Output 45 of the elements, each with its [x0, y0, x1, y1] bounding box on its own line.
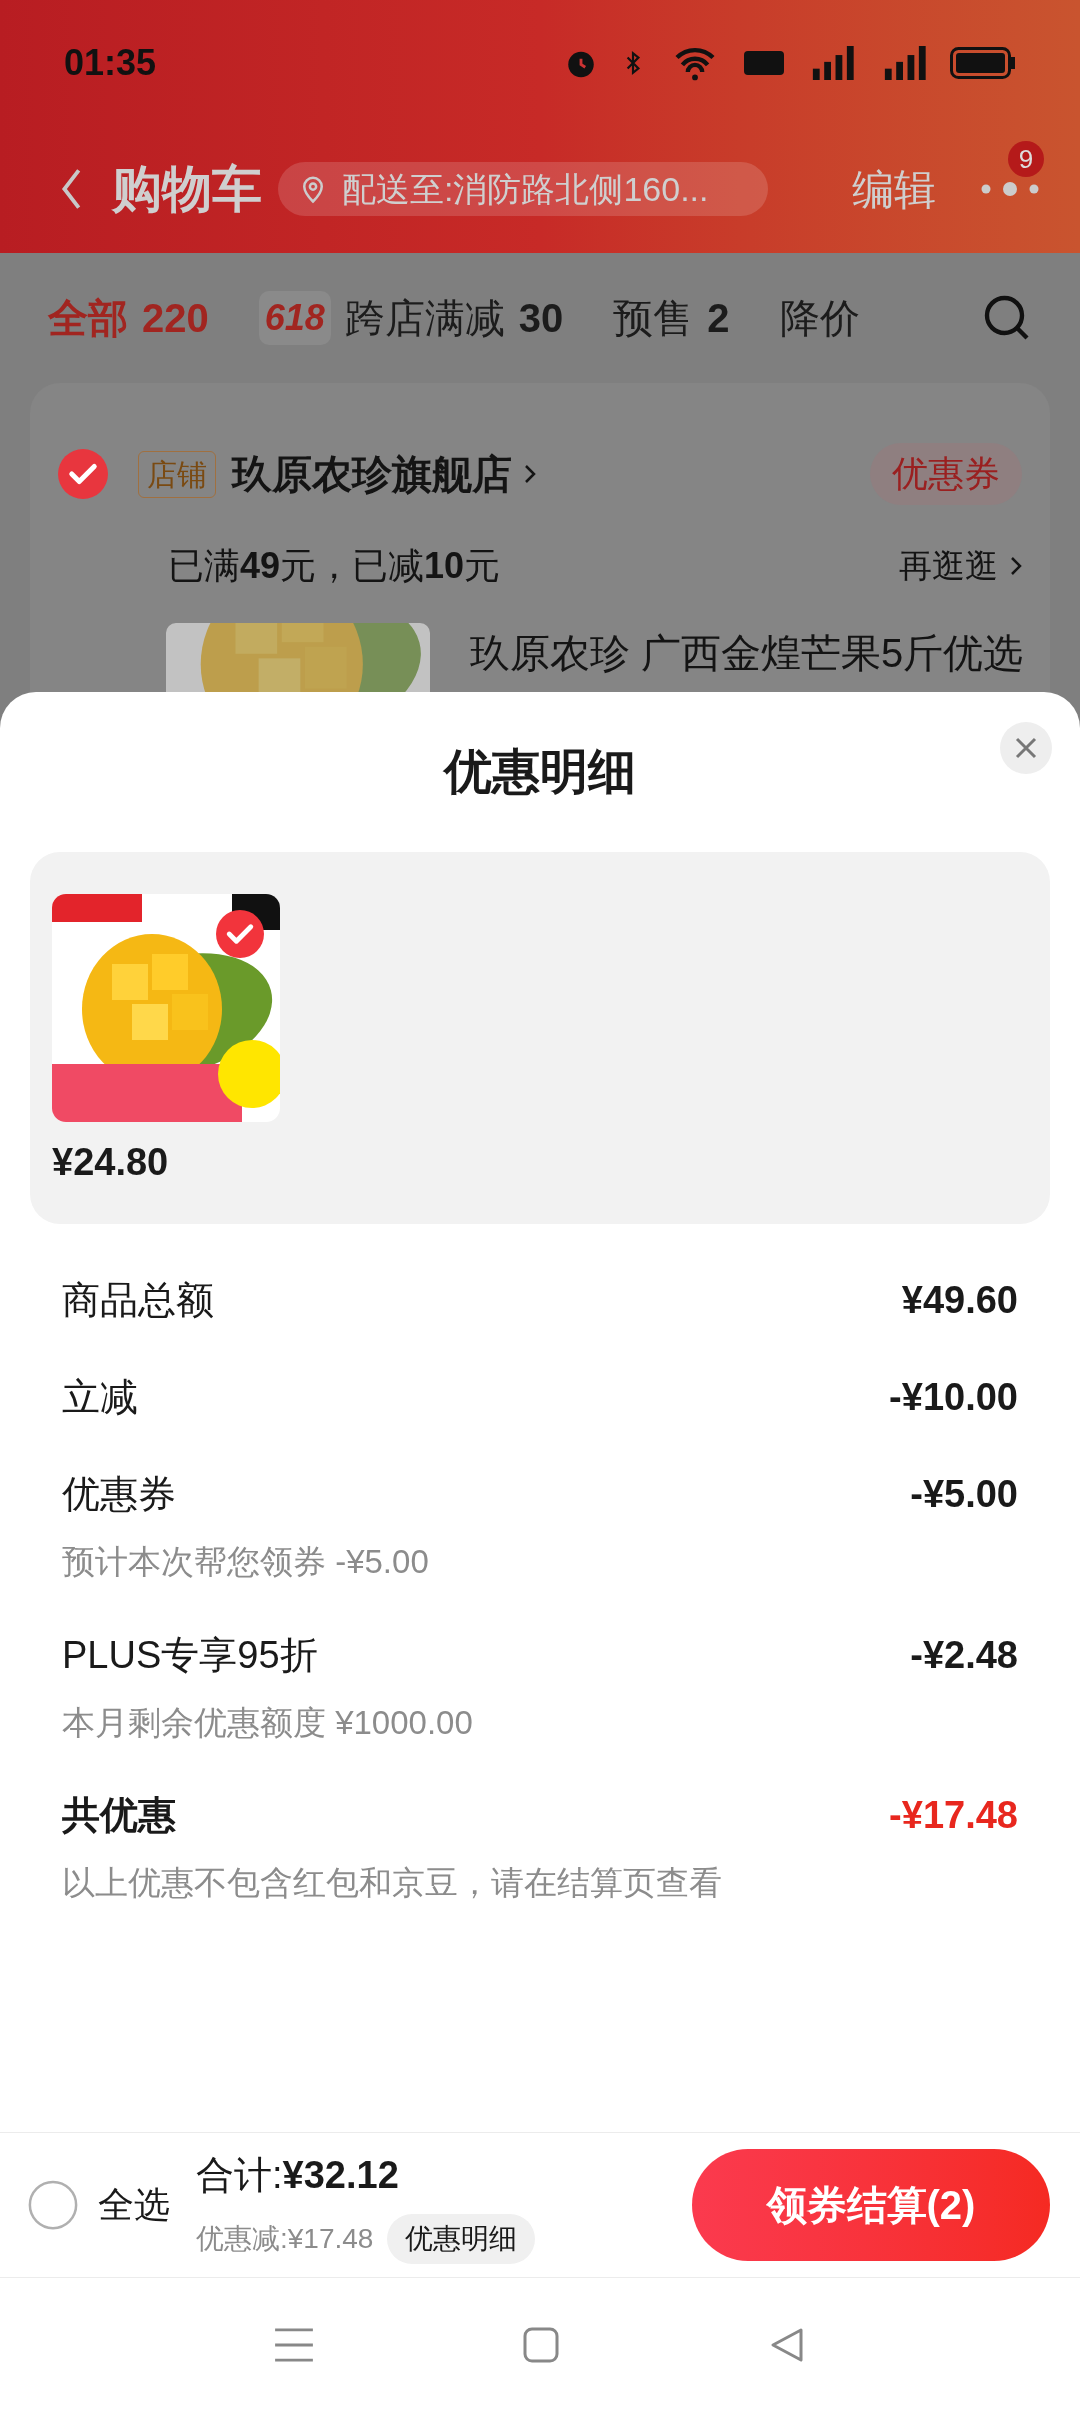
discount-label: 共优惠 [62, 1793, 176, 1838]
discount-amount: -¥17.48 [889, 1793, 1018, 1838]
discount-note: 本月剩余优惠额度 ¥1000.00 [62, 1702, 474, 1743]
discount-detail-button[interactable]: 优惠明细 [387, 2213, 536, 2264]
discount-label: PLUS专享95折 [62, 1632, 318, 1678]
filter-tab[interactable]: 618 跨店满减 30 [258, 288, 564, 348]
discount-note: 预计本次帮您领券 -¥5.00 [62, 1542, 430, 1582]
notification-badge: 9 [1008, 141, 1044, 177]
store-name[interactable]: 玖原农珍旗舰店 [232, 444, 512, 504]
discount-label: 优惠券 [62, 1472, 176, 1517]
checkout-button[interactable]: 领券结算(2) [692, 2149, 1050, 2261]
back-icon[interactable] [60, 167, 82, 211]
page-title: 购物车 [112, 159, 262, 219]
discount-amount: -¥5.00 [910, 1472, 1018, 1517]
sheet-title: 优惠明细 [444, 744, 636, 800]
discount-amount: -¥2.48 [910, 1632, 1018, 1678]
edit-link[interactable]: 编辑 [852, 157, 936, 221]
home-icon[interactable] [523, 2327, 559, 2363]
filter-tab[interactable]: 降价 [779, 288, 860, 348]
select-all-label[interactable]: 全选 [98, 2178, 170, 2232]
store-tag: 店铺 [138, 450, 216, 498]
browse-more-link[interactable]: 再逛逛 [899, 541, 998, 591]
check-icon[interactable] [58, 449, 108, 499]
checkbox-icon[interactable] [28, 2180, 78, 2230]
menu-icon[interactable] [275, 2328, 313, 2362]
status-time: 01:35 [64, 40, 157, 85]
discount-amount: -¥10.00 [889, 1375, 1018, 1420]
total-price: 合计:¥32.12 [196, 2152, 400, 2198]
chevron-right-icon [1010, 555, 1022, 577]
battery-icon [950, 46, 1016, 79]
filter-tab[interactable]: 预售 2 [613, 288, 730, 348]
promo-badge: 618 [258, 291, 331, 345]
promo-text: 已满49元，已减10元 [168, 544, 501, 588]
check-icon[interactable] [216, 910, 264, 958]
back-icon[interactable] [769, 2327, 805, 2363]
chevron-right-icon [524, 463, 536, 485]
discount-note: 以上优惠不包含红包和京豆，请在结算页查看 [62, 1863, 723, 1903]
close-icon[interactable] [1000, 722, 1052, 774]
discount-label: 商品总额 [62, 1278, 214, 1323]
discount-label: 立减 [62, 1375, 138, 1420]
address-field[interactable]: 配送至:消防路北侧160... [278, 162, 768, 216]
discount-total: 优惠减:¥17.48 [196, 2221, 374, 2256]
more-icon[interactable] [980, 181, 1040, 197]
product-price: ¥24.80 [52, 1140, 170, 1185]
discount-amount: ¥49.60 [901, 1278, 1018, 1323]
